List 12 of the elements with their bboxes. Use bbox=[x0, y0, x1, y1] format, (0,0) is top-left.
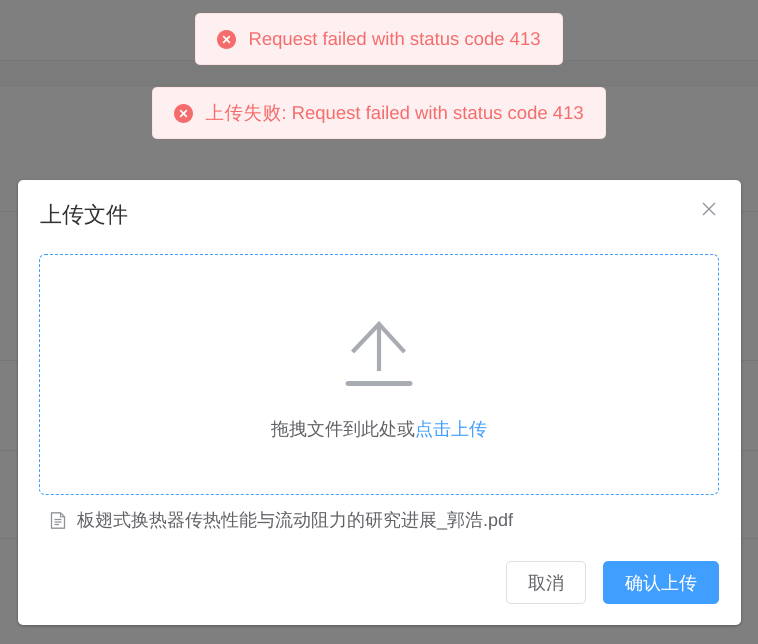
message-text: 上传失败: Request failed with status code 413 bbox=[205, 101, 584, 125]
upload-icon bbox=[345, 319, 413, 387]
dialog-title: 上传文件 bbox=[40, 201, 128, 229]
error-icon bbox=[174, 104, 194, 122]
close-icon[interactable] bbox=[702, 202, 716, 216]
upload-hint: 拖拽文件到此处或点击上传 bbox=[271, 418, 487, 441]
document-icon bbox=[50, 512, 66, 528]
cancel-button[interactable]: 取消 bbox=[506, 561, 586, 604]
file-name: 板翅式换热器传热性能与流动阻力的研究进展_郭浩.pdf bbox=[77, 509, 514, 532]
upload-dropzone[interactable]: 拖拽文件到此处或点击上传 bbox=[39, 254, 719, 495]
message-text: Request failed with status code 413 bbox=[248, 27, 541, 51]
error-icon bbox=[217, 30, 236, 48]
